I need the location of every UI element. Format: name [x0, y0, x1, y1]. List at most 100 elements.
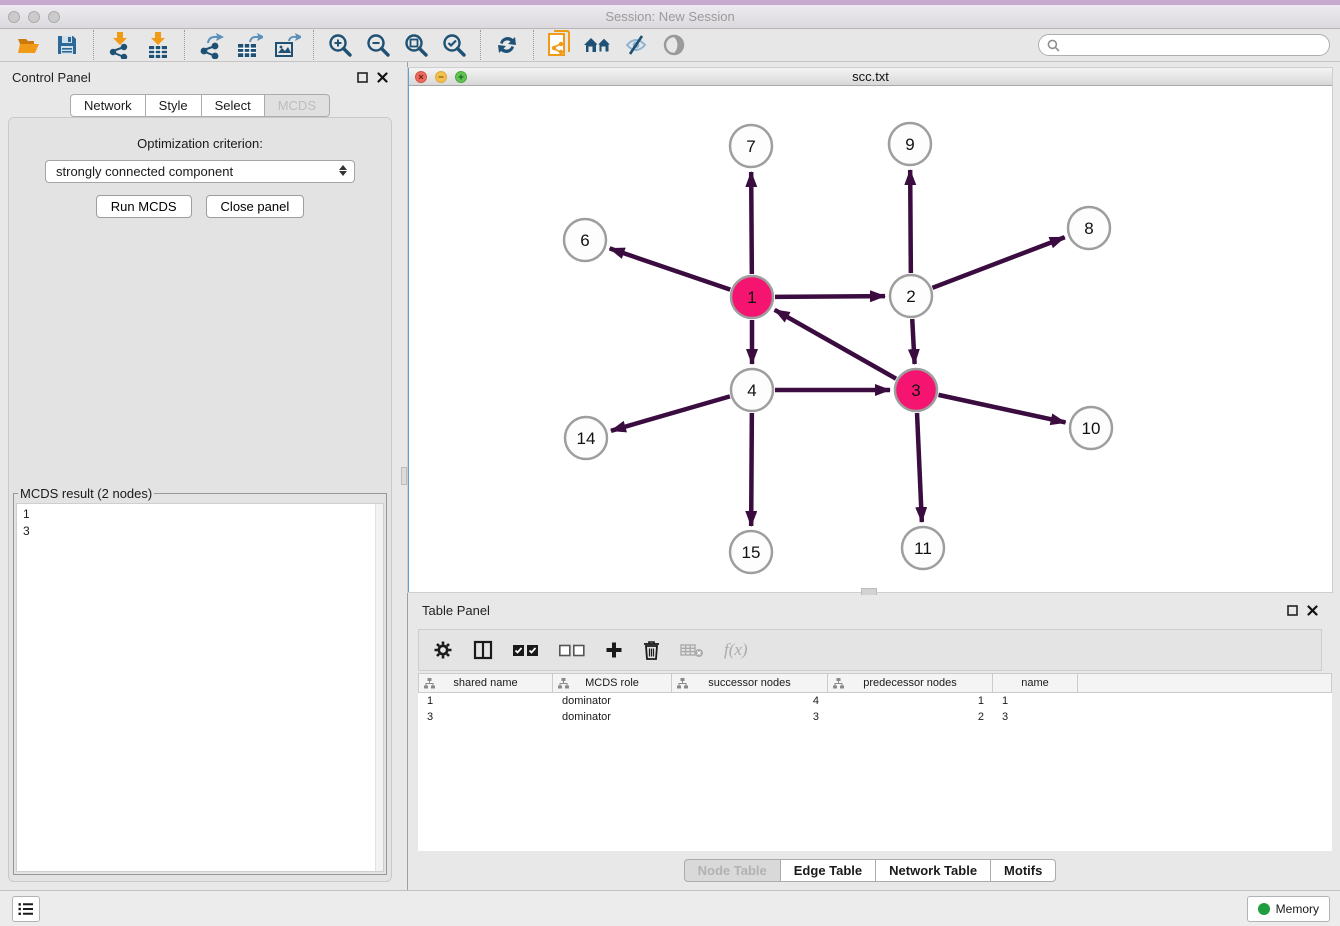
table-cell[interactable]: 3: [418, 709, 553, 725]
export-image-icon[interactable]: [268, 30, 306, 60]
float-table-panel-icon[interactable]: [1287, 605, 1298, 616]
hide-selected-icon[interactable]: [617, 30, 655, 60]
column-header-shared-name[interactable]: shared name: [418, 673, 553, 693]
column-header-name[interactable]: name: [993, 673, 1078, 693]
save-session-icon[interactable]: [48, 30, 86, 60]
vertical-splitter[interactable]: [400, 62, 408, 890]
table-cell[interactable]: 1: [418, 693, 553, 709]
graph-node-4[interactable]: 4: [731, 369, 773, 411]
table-cell[interactable]: dominator: [553, 693, 672, 709]
graph-edge-1-7[interactable]: [751, 172, 752, 274]
tab-motifs[interactable]: Motifs: [991, 859, 1056, 882]
show-all-icon[interactable]: [655, 30, 693, 60]
table-panel-header: Table Panel: [408, 595, 1332, 625]
zoom-out-icon[interactable]: [359, 30, 397, 60]
graph-edge-2-8[interactable]: [932, 237, 1064, 288]
import-table-icon[interactable]: [139, 30, 177, 60]
add-row-icon[interactable]: [605, 641, 623, 659]
memory-button[interactable]: Memory: [1247, 896, 1330, 922]
tab-style[interactable]: Style: [146, 94, 202, 117]
graph-node-6[interactable]: 6: [564, 219, 606, 261]
mcds-result-scrollbar[interactable]: [375, 504, 383, 871]
table-cell[interactable]: 1: [993, 693, 1078, 709]
table-panel-title: Table Panel: [422, 603, 490, 618]
graph-node-7[interactable]: 7: [730, 125, 772, 167]
optimization-criterion-select[interactable]: strongly connected component: [45, 160, 355, 183]
table-row[interactable]: 1dominator411: [418, 693, 1332, 709]
control-panel-header: Control Panel: [0, 62, 400, 92]
graph-node-14[interactable]: 14: [565, 417, 607, 459]
control-panel: Control Panel NetworkStyleSelectMCDS Opt…: [0, 62, 400, 890]
import-network-icon[interactable]: [101, 30, 139, 60]
application-window: Session: New Session: [0, 0, 1340, 926]
graph-node-2[interactable]: 2: [890, 275, 932, 317]
refresh-icon[interactable]: [488, 30, 526, 60]
graph-edge-4-14[interactable]: [611, 396, 730, 430]
graph-node-1[interactable]: 1: [731, 276, 773, 318]
select-all-icon[interactable]: [513, 644, 539, 657]
control-panel-tabs: NetworkStyleSelectMCDS: [0, 94, 400, 117]
graph-node-label: 11: [914, 539, 932, 558]
tab-edge-table[interactable]: Edge Table: [781, 859, 876, 882]
tab-network-table[interactable]: Network Table: [876, 859, 991, 882]
delete-row-icon[interactable]: [643, 640, 660, 660]
column-header-predecessor-nodes[interactable]: predecessor nodes: [828, 673, 993, 693]
graph-node-10[interactable]: 10: [1070, 407, 1112, 449]
tab-network[interactable]: Network: [70, 94, 146, 117]
home-icon[interactable]: [579, 30, 617, 60]
search-input[interactable]: [1065, 38, 1321, 52]
network-from-file-icon[interactable]: [541, 30, 579, 60]
export-table-icon[interactable]: [230, 30, 268, 60]
deselect-all-icon[interactable]: [559, 644, 585, 657]
search-box[interactable]: [1038, 34, 1330, 56]
table-body: 1dominator4113dominator323: [418, 693, 1332, 725]
close-panel-icon[interactable]: [377, 72, 388, 83]
zoom-in-icon[interactable]: [321, 30, 359, 60]
export-network-icon[interactable]: [192, 30, 230, 60]
graph-edge-1-6[interactable]: [610, 248, 731, 289]
node-table[interactable]: shared nameMCDS rolesuccessor nodesprede…: [418, 673, 1332, 851]
close-table-panel-icon[interactable]: [1307, 605, 1318, 616]
open-session-icon[interactable]: [10, 30, 48, 60]
mcds-result-area[interactable]: 1 3: [16, 503, 384, 872]
graph-edge-2-3[interactable]: [912, 319, 914, 364]
table-cell[interactable]: 3: [993, 709, 1078, 725]
graph-node-8[interactable]: 8: [1068, 207, 1110, 249]
graph-edge-4-15[interactable]: [751, 413, 752, 526]
table-cell[interactable]: 4: [672, 693, 828, 709]
table-settings-icon[interactable]: [433, 640, 453, 660]
network-window-titlebar[interactable]: scc.txt: [409, 68, 1332, 86]
close-panel-button[interactable]: Close panel: [206, 195, 305, 218]
table-row[interactable]: 3dominator323: [418, 709, 1332, 725]
graph-node-15[interactable]: 15: [730, 531, 772, 573]
table-cell[interactable]: 3: [672, 709, 828, 725]
column-header-MCDS-role[interactable]: MCDS role: [553, 673, 672, 693]
float-panel-icon[interactable]: [357, 72, 368, 83]
graph-node-label: 15: [742, 543, 761, 562]
zoom-fit-icon[interactable]: [397, 30, 435, 60]
table-cell-filler: [1078, 693, 1332, 709]
graph-edge-2-9[interactable]: [910, 170, 911, 273]
run-mcds-button[interactable]: Run MCDS: [96, 195, 192, 218]
split-panel-icon[interactable]: [473, 640, 493, 660]
task-history-button[interactable]: [12, 896, 40, 922]
graph-edge-3-1[interactable]: [775, 310, 896, 379]
tab-mcds[interactable]: MCDS: [265, 94, 330, 117]
table-cell[interactable]: 2: [828, 709, 993, 725]
graph-node-9[interactable]: 9: [889, 123, 931, 165]
network-canvas[interactable]: 1 2 3 4 6 7 8 9 10 11 14 15: [409, 86, 1332, 592]
tab-select[interactable]: Select: [202, 94, 265, 117]
network-view-window: scc.txt 1 2 3 4 6 7 8 9 10 11 14 15: [408, 68, 1332, 592]
table-cell[interactable]: 1: [828, 693, 993, 709]
vertical-splitter-handle[interactable]: [401, 467, 407, 485]
graph-edge-3-11[interactable]: [917, 413, 922, 522]
graph-edge-1-2[interactable]: [775, 296, 885, 297]
table-cell[interactable]: dominator: [553, 709, 672, 725]
tab-node-table[interactable]: Node Table: [684, 859, 781, 882]
column-header-successor-nodes[interactable]: successor nodes: [672, 673, 828, 693]
graph-node-11[interactable]: 11: [902, 527, 944, 569]
graph-node-3[interactable]: 3: [895, 369, 937, 411]
zoom-selected-icon[interactable]: [435, 30, 473, 60]
graph-edge-3-10[interactable]: [938, 395, 1065, 423]
toolbar-separator: [184, 30, 185, 60]
